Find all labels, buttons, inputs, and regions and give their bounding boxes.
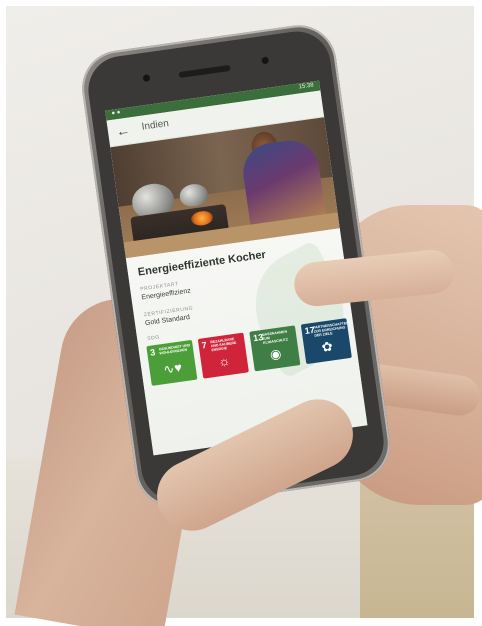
arrow-left-icon[interactable]: ←	[115, 122, 131, 140]
sdg-text: MASSNAHMEN ZUM KLIMASCHUTZ	[261, 329, 289, 345]
sdg-tile-13[interactable]: 13 MASSNAHMEN ZUM KLIMASCHUTZ ◉	[249, 325, 301, 372]
sdg-label: SDG	[146, 334, 161, 343]
sdg-text: PARTNERSCHAFTEN ZUR ERREICHUNG DER ZIELE	[313, 320, 350, 338]
sdg-tile-3[interactable]: 3 GESUNDHEIT UND WOHLERGEHEN ∿♥	[146, 339, 198, 386]
status-time: 15:38	[298, 82, 315, 91]
sdg-tiles: 3 GESUNDHEIT UND WOHLERGEHEN ∿♥ 7 BEZAHL…	[146, 318, 354, 386]
page-title: Indien	[141, 118, 170, 133]
sdg-text: BEZAHLBARE UND SAUBERE ENERGIE	[210, 336, 237, 353]
sun-power-icon: ☼	[217, 352, 232, 370]
status-icons: ● ●	[111, 109, 121, 117]
sdg-text: GESUNDHEIT UND WOHLERGEHEN	[158, 343, 191, 356]
sdg-tile-7[interactable]: 7 BEZAHLBARE UND SAUBERE ENERGIE ☼	[197, 332, 249, 379]
project-title: Energieeffiziente Kocher	[137, 248, 267, 279]
heartbeat-icon: ∿♥	[162, 359, 183, 378]
photo-scene: ● ● 15:38 ← Indien Energieeffiziente Koc…	[0, 0, 482, 626]
partnership-icon: ✿	[320, 338, 334, 355]
sdg-number: 3	[149, 347, 156, 358]
eye-globe-icon: ◉	[268, 345, 283, 363]
sdg-tile-17[interactable]: 17 PARTNERSCHAFTEN ZUR ERREICHUNG DER ZI…	[300, 318, 352, 365]
sdg-number: 7	[201, 339, 208, 351]
